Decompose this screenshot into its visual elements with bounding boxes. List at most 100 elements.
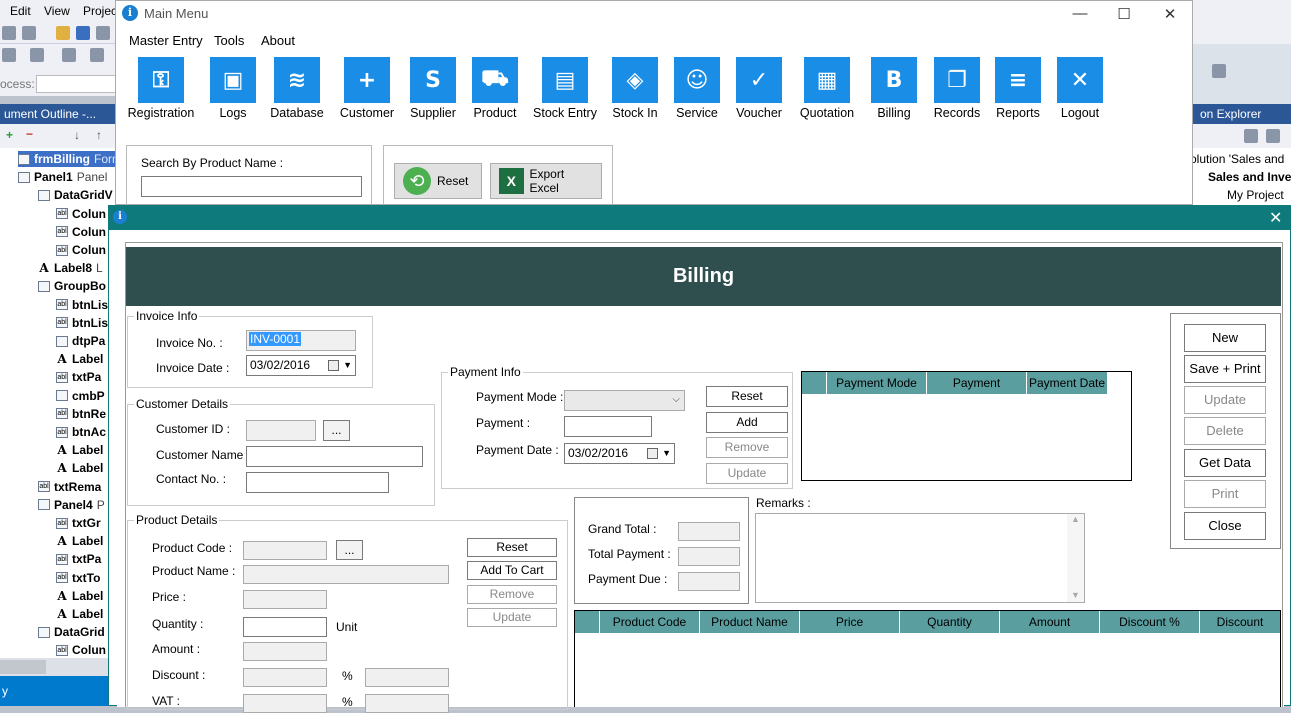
column-discount[interactable]: Discount (1200, 611, 1280, 633)
column-product-code[interactable]: Product Code (600, 611, 700, 633)
tree-node[interactable]: A Label (56, 350, 107, 368)
product-name-field[interactable] (243, 565, 449, 584)
update-button[interactable]: Update (1184, 386, 1266, 414)
main-reset-button[interactable]: ⟲ Reset (394, 163, 482, 199)
tree-node[interactable]: dtpPa (56, 332, 109, 350)
tile-product-button[interactable]: ⛟ Product (455, 57, 535, 120)
contact-no-field[interactable] (246, 472, 389, 493)
tree-node[interactable]: abl txtGr (56, 514, 105, 532)
vs-menu-edit[interactable]: Edit (10, 4, 31, 18)
column-quantity[interactable]: Quantity (900, 611, 1000, 633)
column-payment[interactable]: Payment (927, 372, 1027, 394)
tree-node[interactable]: frmBilling Form (18, 150, 122, 168)
add-to-cart-button[interactable]: Add To Cart (467, 561, 557, 580)
project-node[interactable]: Sales and Inver (1208, 170, 1291, 184)
tree-node[interactable]: GroupBo (38, 277, 110, 295)
close-icon[interactable]: ✕ (1269, 208, 1282, 228)
discount-amount-field[interactable] (365, 668, 449, 687)
process-dropdown[interactable] (36, 75, 116, 93)
move-up-icon[interactable]: ↑ (96, 128, 102, 142)
align-icon[interactable] (62, 48, 76, 62)
tree-node[interactable]: abl txtRema (38, 478, 105, 496)
properties-icon[interactable] (1244, 129, 1258, 143)
payment-date-picker[interactable]: 03/02/2016 ▼ (564, 443, 675, 464)
tree-node[interactable]: abl Colun (56, 241, 110, 259)
tree-node[interactable]: abl btnAc (56, 423, 110, 441)
product-code-field[interactable] (243, 541, 327, 560)
tree-node[interactable]: abl txtTo (56, 569, 104, 587)
remove-icon[interactable]: − (26, 127, 33, 141)
product-update-button[interactable]: Update (467, 608, 557, 627)
remarks-textarea[interactable] (755, 513, 1085, 603)
tree-node[interactable]: abl Colun (56, 223, 110, 241)
refresh-icon[interactable] (1212, 64, 1226, 78)
price-field[interactable] (243, 590, 327, 609)
my-project-node[interactable]: My Project (1227, 188, 1284, 202)
scroll-up-icon[interactable]: ▲ (1071, 514, 1080, 524)
vs-menu-view[interactable]: View (44, 4, 70, 18)
tree-node[interactable]: Panel4 P (38, 496, 105, 514)
column-discount-percent[interactable]: Discount % (1100, 611, 1200, 633)
tree-node[interactable]: abl txtPa (56, 368, 105, 386)
tile-logout-button[interactable]: ✕ Logout (1040, 57, 1120, 120)
amount-field[interactable] (243, 642, 327, 661)
product-remove-button[interactable]: Remove (467, 585, 557, 604)
align-icon[interactable] (30, 48, 44, 62)
browse-product-button[interactable]: ... (336, 540, 363, 560)
new-button[interactable]: New (1184, 324, 1266, 352)
customer-id-field[interactable] (246, 420, 316, 441)
close-button[interactable]: Close (1184, 512, 1266, 540)
payment-field[interactable] (564, 416, 652, 437)
payment-remove-button[interactable]: Remove (706, 437, 788, 458)
move-down-icon[interactable]: ↓ (74, 128, 80, 142)
invoice-date-picker[interactable]: 03/02/2016 ▼ (246, 355, 356, 376)
close-icon[interactable]: ✕ (1158, 5, 1182, 23)
search-product-input[interactable] (141, 176, 362, 197)
tree-node[interactable]: abl btnRe (56, 405, 110, 423)
payment-reset-button[interactable]: Reset (706, 386, 788, 407)
menu-about[interactable]: About (261, 33, 295, 48)
add-icon[interactable]: + (6, 128, 13, 142)
column-payment-date[interactable]: Payment Date (1027, 372, 1107, 394)
outline-scroll-thumb[interactable] (0, 660, 46, 674)
payment-add-button[interactable]: Add (706, 412, 788, 433)
column-amount[interactable]: Amount (1000, 611, 1100, 633)
browse-customer-button[interactable]: ... (323, 420, 350, 441)
tree-node[interactable]: DataGridV (38, 186, 117, 204)
save-all-icon[interactable] (96, 26, 110, 40)
tree-node[interactable]: Panel1 Panel (18, 168, 107, 186)
save-print-button[interactable]: Save + Print (1184, 355, 1266, 383)
open-folder-icon[interactable] (56, 26, 70, 40)
tree-node[interactable]: A Label (56, 532, 107, 550)
tree-node[interactable]: A Label (56, 587, 107, 605)
align-icon[interactable] (2, 48, 16, 62)
minimize-icon[interactable]: — (1068, 5, 1092, 22)
tree-node[interactable]: cmbP (56, 387, 109, 405)
tree-node[interactable]: abl Colun (56, 205, 110, 223)
column-payment-mode[interactable]: Payment Mode (827, 372, 927, 394)
tree-node[interactable]: A Label (56, 459, 107, 477)
remarks-scrollbar[interactable]: ▲ ▼ (1067, 514, 1084, 602)
get-data-button[interactable]: Get Data (1184, 449, 1266, 477)
total-payment-field[interactable] (678, 547, 740, 566)
payment-mode-select[interactable]: ⌵ (564, 390, 685, 411)
payment-due-field[interactable] (678, 572, 740, 591)
tree-node[interactable]: A Label (56, 605, 107, 623)
column-product-name[interactable]: Product Name (700, 611, 800, 633)
toolbar-icon[interactable] (2, 26, 16, 40)
menu-master-entry[interactable]: Master Entry (129, 33, 203, 48)
maximize-icon[interactable]: ☐ (1112, 5, 1136, 23)
tree-node[interactable]: abl btnLis (56, 296, 112, 314)
payment-grid[interactable]: Payment Mode Payment Payment Date (801, 371, 1132, 481)
tile-stock-entry-button[interactable]: ▤ Stock Entry (525, 57, 605, 120)
print-button[interactable]: Print (1184, 480, 1266, 508)
menu-tools[interactable]: Tools (214, 33, 244, 48)
vat-percent-field[interactable] (243, 694, 327, 713)
quantity-field[interactable] (243, 617, 327, 637)
invoice-no-field[interactable]: INV-0001 (246, 330, 356, 351)
customer-name-field[interactable] (246, 446, 423, 467)
payment-update-button[interactable]: Update (706, 463, 788, 484)
show-all-icon[interactable] (1266, 129, 1280, 143)
product-reset-button[interactable]: Reset (467, 538, 557, 557)
discount-percent-field[interactable] (243, 668, 327, 687)
